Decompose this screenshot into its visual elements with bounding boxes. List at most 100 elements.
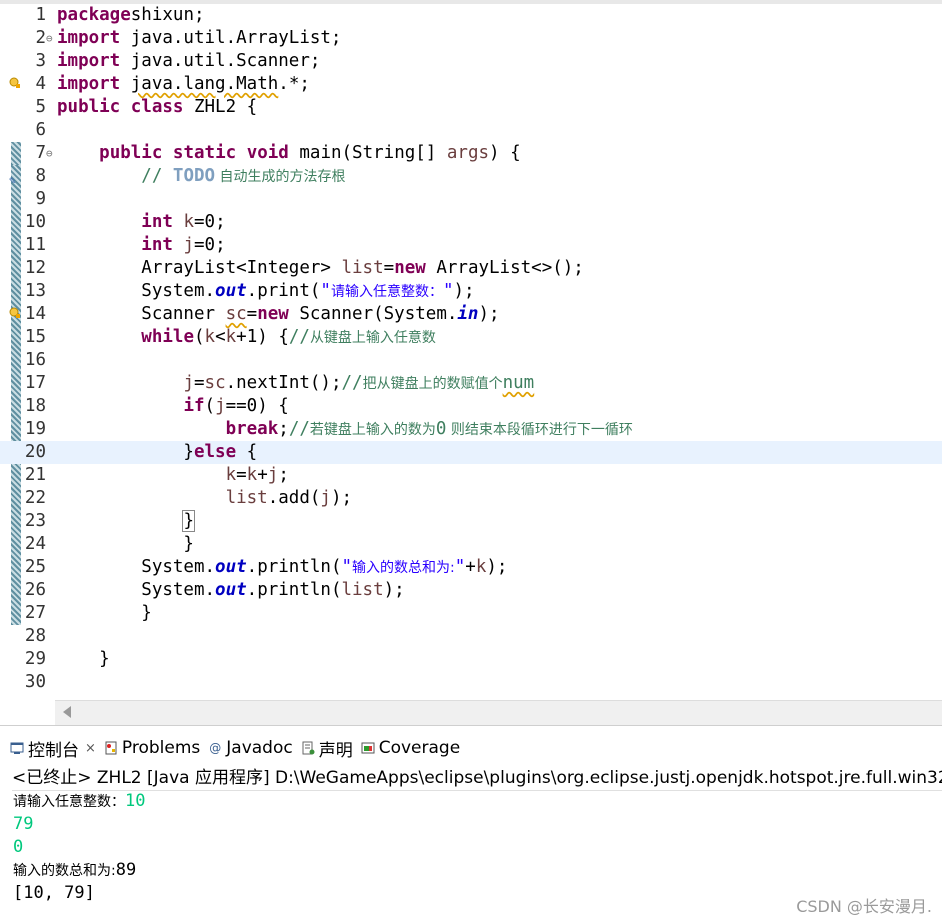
code-editor[interactable]: 1 packageshixun; 2 ⊖ import java.util.ArrayL… [0,0,942,700]
code-line[interactable]: 1 packageshixun; [0,4,942,27]
code-token: " [320,281,331,301]
tab-problems[interactable]: Problems [104,738,200,758]
code-line[interactable]: 22 list.add(j); [0,487,942,510]
code-line[interactable]: 23 } [0,510,942,533]
console-line-prompt: 请输入任意整数：10 [13,790,145,814]
code-text: }else { [57,441,257,464]
code-token: // [341,373,363,393]
code-token: class [130,97,184,117]
code-token: " [454,557,466,577]
code-line[interactable]: 10 int k=0; [0,211,942,234]
code-token: shixun; [130,5,205,25]
code-text: int j=0; [57,234,226,257]
code-line[interactable]: 15 while(k<k+1) {//从键盘上输入任意数 [0,326,942,349]
gutter-bottom [0,700,55,724]
code-line[interactable]: 27 } [0,602,942,625]
horizontal-scrollbar[interactable] [55,700,942,725]
code-line[interactable]: 4 import java.lang.Math.*; [0,73,942,96]
code-token: + [257,465,268,485]
code-token: ArrayList<>(); [425,258,584,278]
code-line[interactable]: 13 System.out.print("请输入任意整数："); [0,280,942,303]
line-number: 9 [35,189,46,209]
line-number: 8 [35,166,46,186]
code-token: args [446,143,490,163]
warning-icon[interactable] [9,77,21,89]
code-token: k [183,212,194,232]
code-token: .print( [246,281,321,301]
warning-icon[interactable] [9,307,21,319]
code-line[interactable]: 26 System.out.println(list); [0,579,942,602]
code-token: j [183,373,194,393]
line-number: 2 [35,28,46,48]
code-token: " [341,557,353,577]
code-token: 自动生成的方法存根 [215,169,346,185]
code-line[interactable]: 2 ⊖ import java.util.ArrayList; [0,27,942,50]
fold-toggle-icon[interactable]: ⊖ [46,142,53,165]
code-line[interactable]: 30 [0,671,942,694]
code-line[interactable]: 6 [0,119,942,142]
code-token: while [141,327,194,347]
code-token: Scanner [57,304,226,324]
code-token: int [141,235,173,255]
code-token: ZHL2 { [183,97,258,117]
code-token: .*; [278,74,310,94]
tab-coverage[interactable]: Coverage [361,738,460,758]
code-token: package [57,5,131,25]
code-line[interactable]: 3 import java.util.Scanner; [0,50,942,73]
fold-toggle-icon[interactable]: ⊖ [46,27,53,50]
code-line[interactable]: 7 ⊖ public static void main(String[] args… [0,142,942,165]
scroll-left-icon[interactable] [63,706,71,718]
code-token: import [57,74,121,94]
close-icon[interactable]: × [85,741,96,756]
code-line[interactable]: 9 [0,188,942,211]
code-line[interactable]: 28 [0,625,942,648]
code-token: ) { [489,143,521,163]
code-line[interactable]: 11 int j=0; [0,234,942,257]
code-line[interactable]: 12 ArrayList<Integer> list=new ArrayList… [0,257,942,280]
code-line[interactable]: 17 j=sc.nextInt();//把从键盘上的数赋值个num [0,372,942,395]
code-token: = [246,304,258,324]
code-line[interactable]: 21 k=k+j; [0,464,942,487]
code-line[interactable]: 5 public class ZHL2 { [0,96,942,119]
code-token: java.util.Scanner; [120,51,321,71]
code-token: + [465,557,476,577]
code-line[interactable]: 29 } [0,648,942,671]
line-number: 21 [24,465,46,485]
code-token: ); [478,304,500,324]
code-token: =0; [194,235,226,255]
code-token: k [225,327,237,347]
code-token: // [288,327,310,347]
code-line[interactable]: 19 break;//若键盘上输入的数为0 则结束本段循环进行下一循环 [0,418,942,441]
code-token: < [215,327,226,347]
tab-console[interactable]: 控制台 × [10,736,96,761]
code-line[interactable]: 25 System.out.println("输入的数总和为:"+k); [0,556,942,579]
line-number: 20 [24,442,46,462]
code-line[interactable]: 16 [0,349,942,372]
code-token: 从键盘上输入任意数 [309,330,436,346]
code-line[interactable]: 20 }else { [0,441,942,464]
code-token: j [320,488,331,508]
code-token: // [288,419,310,439]
tab-declaration[interactable]: 声明 [301,736,353,761]
code-token: .add( [267,488,321,508]
code-line[interactable]: 24 } [0,533,942,556]
code-line[interactable]: 18 if(j==0) { [0,395,942,418]
code-line[interactable]: 14 Scanner sc=new Scanner(System.in); [0,303,942,326]
code-line[interactable]: 8 // TODO 自动生成的方法存根 ✎ [0,165,942,188]
line-number: 13 [24,281,46,301]
line-number: 22 [24,488,46,508]
code-text: int k=0; [57,211,225,234]
line-number: 17 [24,373,46,393]
code-text: j=sc.nextInt();//把从键盘上的数赋值个num [57,372,534,396]
code-token: num [502,373,535,393]
code-token: ( [193,327,205,347]
line-number: 3 [35,51,46,71]
tab-javadoc[interactable]: @ Javadoc [208,738,292,758]
sum-value: 89 [115,860,137,880]
console-line-input: 0 [13,836,23,859]
